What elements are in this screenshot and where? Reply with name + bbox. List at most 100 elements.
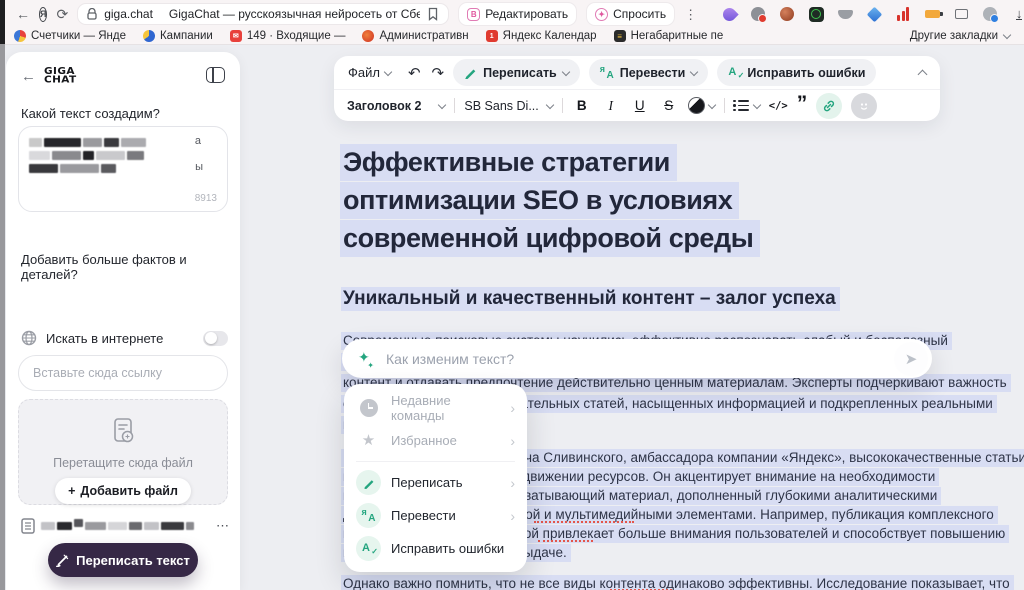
bookmark-label: Негабаритные пе	[631, 30, 724, 42]
add-file-button[interactable]: + Добавить файл	[55, 478, 191, 504]
file-menu-icon[interactable]: ⋯	[216, 518, 230, 534]
file-dropzone[interactable]: Перетащите сюда файл + Добавить файл	[18, 399, 228, 505]
rewrite-text-button[interactable]: Переписать текст	[48, 543, 198, 577]
emoji-button[interactable]	[851, 93, 877, 119]
prompt-textarea[interactable]: а ы 8913	[18, 126, 228, 212]
back-icon[interactable]: ←	[16, 7, 30, 21]
chevron-down-icon	[1003, 31, 1011, 39]
italic-button[interactable]: I	[601, 98, 621, 114]
attached-file-row[interactable]: ⋯	[21, 518, 230, 534]
bookmark-calendar[interactable]: 1Яндекс Календар	[486, 30, 597, 42]
bowl-extension-icon[interactable]	[837, 6, 853, 22]
menu-item-label: Перевести	[391, 508, 456, 523]
file-menu-button[interactable]: Файл	[348, 65, 391, 80]
spellcheck-underline	[534, 521, 634, 523]
underline-button[interactable]: U	[630, 98, 650, 113]
metrica-favicon	[14, 30, 26, 42]
star-icon: ★	[356, 428, 381, 453]
menu-item-recent[interactable]: Недавние команды ›	[344, 391, 527, 424]
bullet-list-icon	[734, 100, 749, 111]
sidebar-back-icon[interactable]: ←	[21, 68, 36, 85]
menu-item-translate[interactable]: яA Перевести ›	[344, 499, 527, 532]
chevron-down-icon	[690, 67, 698, 75]
undo-button[interactable]: ↶	[408, 64, 421, 82]
redacted-trail: а	[195, 135, 201, 147]
gigachat-logo: GIGA CHAT	[44, 67, 77, 83]
fix-errors-icon: A✓	[356, 536, 381, 561]
code-button[interactable]: </>	[769, 100, 788, 112]
menu-item-favorites[interactable]: ★ Избранное ›	[344, 424, 527, 457]
bookmark-negabarit[interactable]: ≡Негабаритные пе	[614, 30, 724, 42]
chevron-right-icon: ›	[510, 433, 515, 449]
admin-favicon	[362, 30, 374, 42]
chevron-down-icon	[546, 100, 554, 108]
bookmark-label: Счетчики — Янде	[31, 30, 126, 42]
translate-icon: яA	[356, 503, 381, 528]
ask-button[interactable]: ✦ Спросить	[586, 2, 675, 26]
page-title: GigaChat — русскоязычная нейросеть от Сб…	[169, 7, 420, 21]
paragraph-style-dropdown[interactable]: Заголовок 2	[347, 99, 445, 113]
blocker-extension-icon[interactable]	[750, 6, 766, 22]
doc-heading-line: Эффективные стратегии	[343, 147, 677, 178]
yandex-browser-icon[interactable]: Я	[39, 7, 47, 22]
download-icon[interactable]: ↓	[1011, 6, 1024, 22]
dropzone-label: Перетащите сюда файл	[19, 456, 227, 470]
file-menu-label: Файл	[348, 65, 380, 80]
tag-extension-icon[interactable]	[953, 6, 969, 22]
url-text: giga.chat	[104, 7, 153, 21]
bookmark-metrica[interactable]: Счетчики — Янде	[14, 30, 126, 42]
bold-button[interactable]: B	[572, 98, 592, 113]
calendar-favicon: 1	[486, 30, 498, 42]
web-search-toggle[interactable]	[203, 331, 228, 346]
collapse-toolbar-icon[interactable]	[918, 69, 928, 79]
redacted-trail: ы	[195, 161, 203, 173]
ask-icon: ✦	[595, 8, 608, 21]
edit-button[interactable]: B Редактировать	[458, 2, 577, 26]
sync-extension-icon[interactable]	[982, 6, 998, 22]
spellcheck-underline	[538, 540, 593, 542]
web-search-row: Искать в интернете	[21, 330, 228, 346]
link-button[interactable]	[816, 93, 842, 119]
more-menu-icon[interactable]: ⋮	[684, 8, 697, 21]
command-input-bar: ✦✦ ➤	[342, 339, 932, 378]
collapse-panel-icon[interactable]	[206, 67, 225, 83]
rewrite-label: Переписать	[483, 66, 557, 80]
menu-item-fix-errors[interactable]: A✓ Исправить ошибки	[344, 532, 527, 565]
quote-button[interactable]: ”	[797, 99, 808, 112]
browser-topbar: ← Я ⟳ giga.chat GigaChat — русскоязычная…	[0, 0, 1024, 28]
list-button[interactable]	[734, 100, 760, 111]
other-bookmarks-button[interactable]: Другие закладки	[910, 30, 1010, 42]
link-input[interactable]	[18, 355, 228, 391]
bookmark-campaigns[interactable]: Кампании	[143, 30, 213, 42]
menu-item-rewrite[interactable]: Переписать ›	[344, 466, 527, 499]
bookmark-inbox[interactable]: ✉149 · Входящие —	[230, 30, 346, 42]
bookmark-admin[interactable]: Административн	[362, 30, 468, 42]
bookmark-flag-icon[interactable]	[427, 7, 439, 21]
chevron-down-icon	[753, 100, 761, 108]
command-input[interactable]	[384, 350, 884, 368]
rewrite-pencil-icon	[56, 554, 69, 567]
dark-extension-icon[interactable]	[808, 6, 824, 22]
feather-extension-icon[interactable]	[721, 6, 737, 22]
strikethrough-button[interactable]: S	[659, 98, 679, 113]
translate-action-button[interactable]: яA Перевести	[589, 59, 709, 86]
redacted-text	[29, 164, 116, 173]
fix-errors-action-button[interactable]: A✓ Исправить ошибки	[717, 59, 876, 86]
battery-extension-icon[interactable]	[924, 6, 940, 22]
redo-button[interactable]: ↷	[432, 64, 445, 82]
send-button[interactable]: ➤	[894, 342, 928, 376]
lock-icon	[87, 8, 97, 20]
smiley-icon	[857, 99, 871, 113]
browser-chrome: ← Я ⟳ giga.chat GigaChat — русскоязычная…	[0, 0, 1024, 45]
command-menu: Недавние команды › ★ Избранное › Перепис…	[344, 384, 527, 572]
address-bar[interactable]: giga.chat GigaChat — русскоязычная нейро…	[77, 3, 449, 25]
menu-divider	[356, 461, 515, 462]
font-dropdown[interactable]: SB Sans Di...	[464, 99, 552, 113]
text-color-button[interactable]	[688, 97, 715, 114]
chart-extension-icon[interactable]	[895, 6, 911, 22]
pencil-extension-icon[interactable]	[779, 6, 795, 22]
cube-extension-icon[interactable]	[866, 6, 882, 22]
bookmark-label: 149 · Входящие —	[247, 30, 346, 42]
rewrite-action-button[interactable]: Переписать	[453, 59, 580, 86]
reload-icon[interactable]: ⟳	[56, 7, 68, 21]
